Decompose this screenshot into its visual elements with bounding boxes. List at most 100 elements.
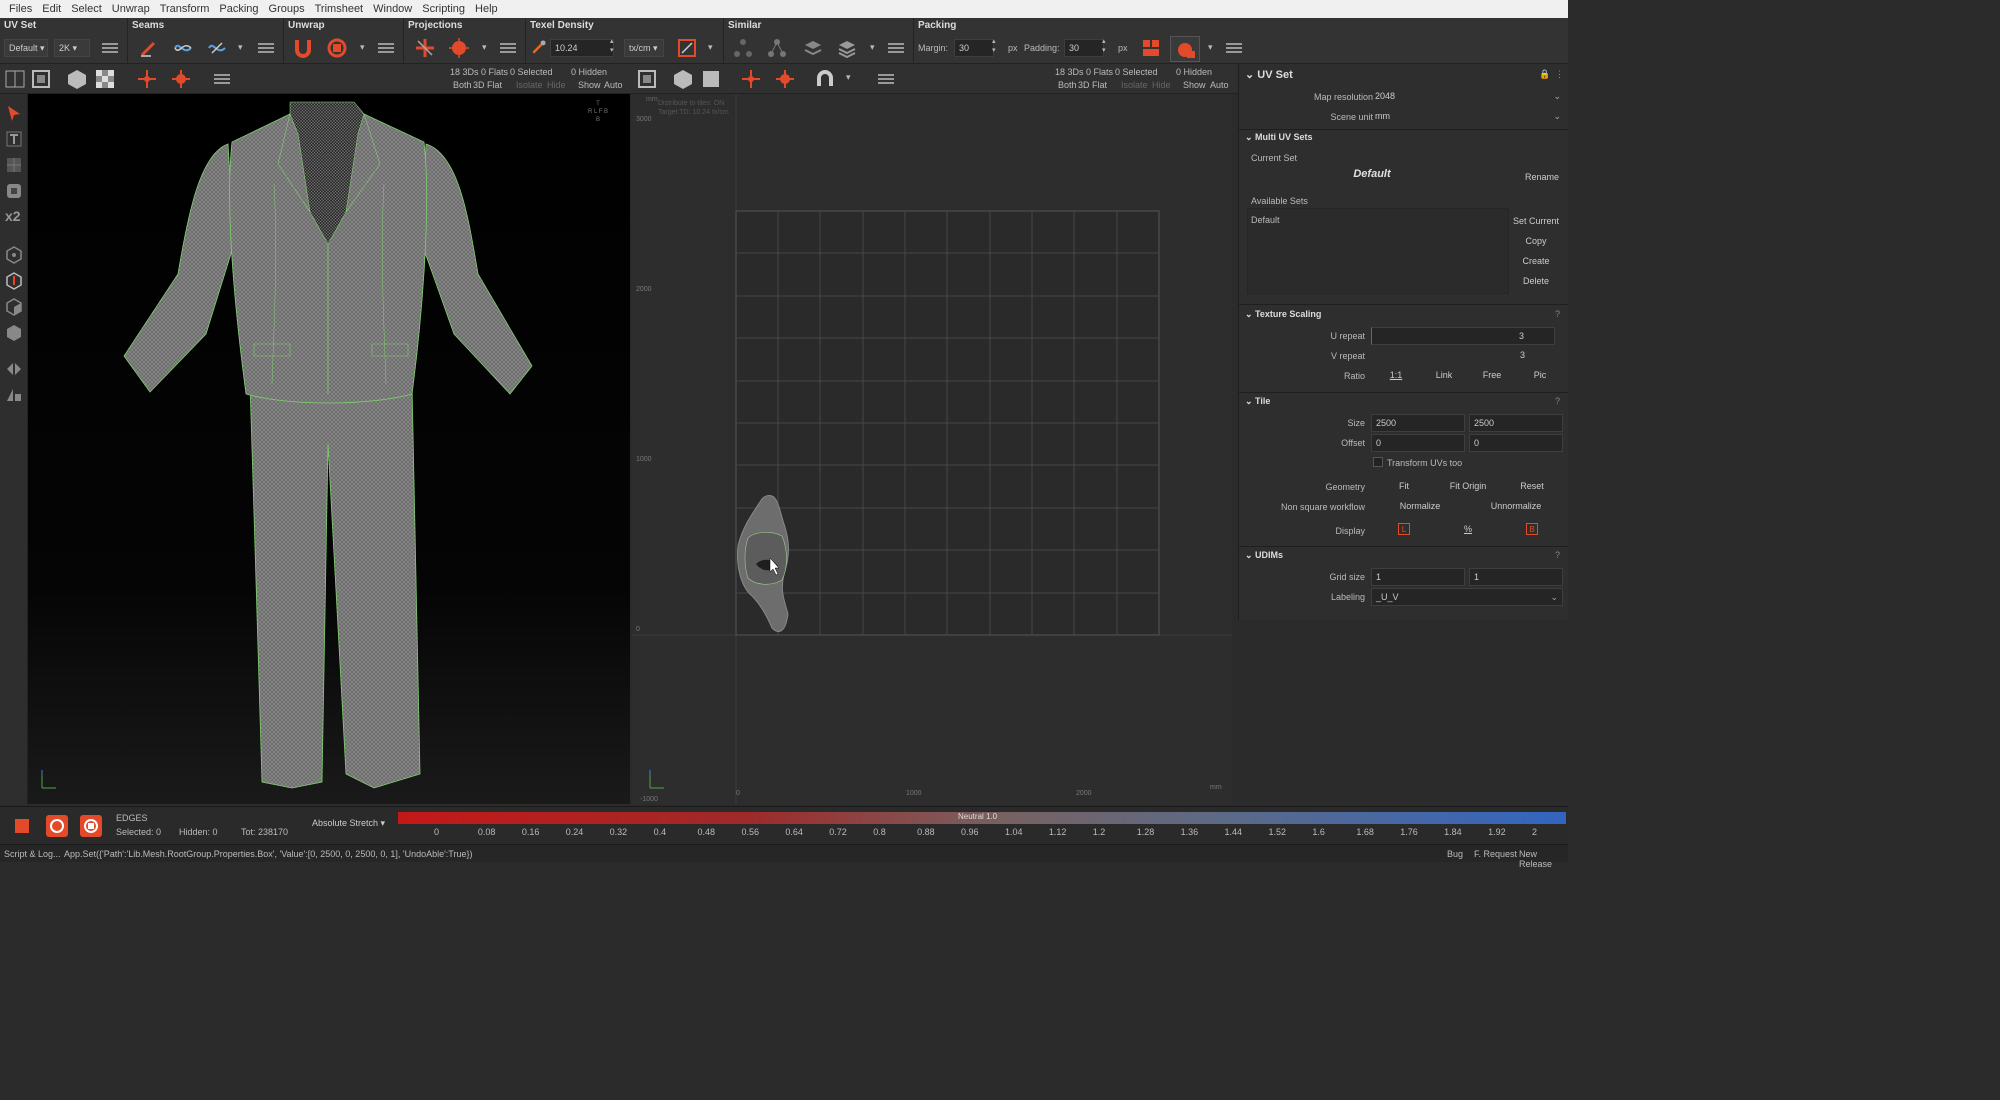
settings-sliders-icon[interactable] <box>1226 41 1242 55</box>
gizmo-move-icon[interactable] <box>136 68 158 90</box>
spinner-icon[interactable]: ▴ ▾ <box>992 37 996 55</box>
fit-button[interactable]: Fit <box>1373 477 1435 495</box>
shaded-cube-icon[interactable] <box>66 68 88 90</box>
gizmo-move-icon[interactable] <box>740 68 762 90</box>
settings-sliders-icon[interactable] <box>888 41 904 55</box>
unnormalize-button[interactable]: Unnormalize <box>1469 497 1563 515</box>
margin-input[interactable]: 30 <box>954 39 994 57</box>
chevron-down-icon[interactable]: ⌄ <box>1245 69 1257 81</box>
frame-all-icon[interactable] <box>636 68 658 90</box>
menu-select[interactable]: Select <box>66 3 107 15</box>
gizmo-rotate-icon[interactable] <box>170 68 192 90</box>
new-release-link[interactable]: New Release <box>1519 849 1568 869</box>
set-texel-density-icon[interactable] <box>676 37 698 59</box>
checker-icon[interactable] <box>94 68 116 90</box>
display-l-button[interactable]: L <box>1373 520 1435 538</box>
square-icon[interactable] <box>700 68 722 90</box>
unwrap-icon[interactable] <box>292 37 314 59</box>
reset-button[interactable]: Reset <box>1501 477 1563 495</box>
3d-toggle[interactable]: 3D <box>1078 80 1090 90</box>
menu-unwrap[interactable]: Unwrap <box>107 3 155 15</box>
settings-sliders-icon[interactable] <box>258 41 274 55</box>
stop-icon[interactable] <box>10 815 34 837</box>
eyedropper-icon[interactable] <box>530 38 548 56</box>
ratio-free-button[interactable]: Free <box>1469 366 1515 384</box>
create-button[interactable]: Create <box>1511 252 1561 270</box>
chevron-down-icon[interactable]: ▾ <box>482 42 487 53</box>
menu-edit[interactable]: Edit <box>37 3 66 15</box>
projection-planar-icon[interactable] <box>414 37 436 59</box>
normalize-button[interactable]: Normalize <box>1373 497 1467 515</box>
feature-request-link[interactable]: F. Request <box>1474 849 1517 859</box>
grid-u-input[interactable]: 1 <box>1371 568 1465 586</box>
rename-button[interactable]: Rename <box>1519 168 1565 186</box>
isolate-button[interactable]: Isolate <box>1121 80 1148 90</box>
pack-icon[interactable] <box>1140 37 1162 59</box>
chevron-down-icon[interactable]: ▾ <box>1208 42 1213 53</box>
stack-all-icon[interactable] <box>836 37 858 59</box>
ratio-link-button[interactable]: Link <box>1421 366 1467 384</box>
delete-button[interactable]: Delete <box>1511 272 1561 290</box>
optimize-icon[interactable] <box>326 37 348 59</box>
map-resolution-field[interactable]: 2048 ⌄ <box>1371 88 1563 106</box>
uvset-dropdown[interactable]: Default ▾ <box>4 39 48 57</box>
set-current-button[interactable]: Set Current <box>1511 212 1561 230</box>
copy-button[interactable]: Copy <box>1511 232 1561 250</box>
ratio-1-1-button[interactable]: 1:1 <box>1373 366 1419 384</box>
live-optimize-icon[interactable] <box>78 813 104 839</box>
bug-link[interactable]: Bug <box>1447 849 1463 859</box>
frame-all-icon[interactable] <box>30 68 52 90</box>
tile-header[interactable]: ⌄ Tile <box>1245 396 1270 407</box>
pack-mode-button[interactable] <box>1170 36 1200 62</box>
settings-sliders-icon[interactable] <box>878 72 894 86</box>
spinner-icon[interactable]: ▴ ▾ <box>610 37 614 55</box>
help-icon[interactable]: ? <box>1555 309 1560 319</box>
chevron-down-icon[interactable]: ▾ <box>870 42 875 53</box>
u-repeat-input[interactable]: 3 <box>1371 327 1555 345</box>
chevron-down-icon[interactable]: ▾ <box>238 42 243 53</box>
auto-button[interactable]: Auto <box>604 80 623 90</box>
resolution-dropdown[interactable]: 2K ▾ <box>54 39 90 57</box>
gizmo-rotate-icon[interactable] <box>774 68 796 90</box>
udims-header[interactable]: ⌄ UDIMs <box>1245 550 1283 561</box>
stretch-mode-dropdown[interactable]: Absolute Stretch ▾ <box>308 815 388 833</box>
both-toggle[interactable]: Both <box>453 80 472 90</box>
ratio-pic-button[interactable]: Pic <box>1517 366 1563 384</box>
panel-menu-icon[interactable]: ⋮ <box>1555 69 1564 80</box>
x2-icon[interactable]: x2 <box>5 208 21 224</box>
scene-unit-dropdown[interactable]: mm ⌄ <box>1371 108 1563 126</box>
lock-icon[interactable]: 🔒 <box>1539 69 1550 80</box>
grid-v-input[interactable]: 1 <box>1469 568 1563 586</box>
projection-box-icon[interactable] <box>448 37 470 59</box>
spinner-icon[interactable]: ▴ ▾ <box>1102 37 1106 55</box>
vertex-mode-icon[interactable] <box>5 246 23 264</box>
menu-window[interactable]: Window <box>368 3 417 15</box>
view-cube-icon[interactable]: TR L F BB <box>584 100 612 126</box>
settings-sliders-icon[interactable] <box>102 41 118 55</box>
menu-transform[interactable]: Transform <box>155 3 215 15</box>
available-set-item[interactable]: Default <box>1251 215 1280 225</box>
select-arrow-icon[interactable] <box>5 104 23 122</box>
size-v-input[interactable]: 2500 <box>1469 414 1563 432</box>
grid-tool-icon[interactable] <box>5 156 23 174</box>
offset-u-input[interactable]: 0 <box>1371 434 1465 452</box>
flat-toggle[interactable]: Flat <box>1092 80 1107 90</box>
weld-seam-icon[interactable] <box>172 37 194 59</box>
settings-sliders-icon[interactable] <box>378 41 394 55</box>
settings-sliders-icon[interactable] <box>500 41 516 55</box>
menu-scripting[interactable]: Scripting <box>417 3 470 15</box>
chevron-down-icon[interactable]: ▾ <box>846 72 851 83</box>
face-mode-icon[interactable] <box>5 298 23 316</box>
transform-uvs-checkbox[interactable] <box>1373 457 1383 467</box>
script-log-button[interactable]: Script & Log... <box>4 849 61 859</box>
menu-packing[interactable]: Packing <box>214 3 263 15</box>
island-tool-icon[interactable] <box>5 182 23 200</box>
auto-seam-icon[interactable] <box>206 37 228 59</box>
both-toggle[interactable]: Both <box>1058 80 1077 90</box>
flat-toggle[interactable]: Flat <box>487 80 502 90</box>
stack-icon[interactable] <box>802 37 824 59</box>
menu-files[interactable]: Files <box>4 3 37 15</box>
auto-button[interactable]: Auto <box>1210 80 1229 90</box>
labeling-dropdown[interactable]: _U_V ⌄ <box>1371 588 1563 606</box>
3d-toggle[interactable]: 3D <box>473 80 485 90</box>
